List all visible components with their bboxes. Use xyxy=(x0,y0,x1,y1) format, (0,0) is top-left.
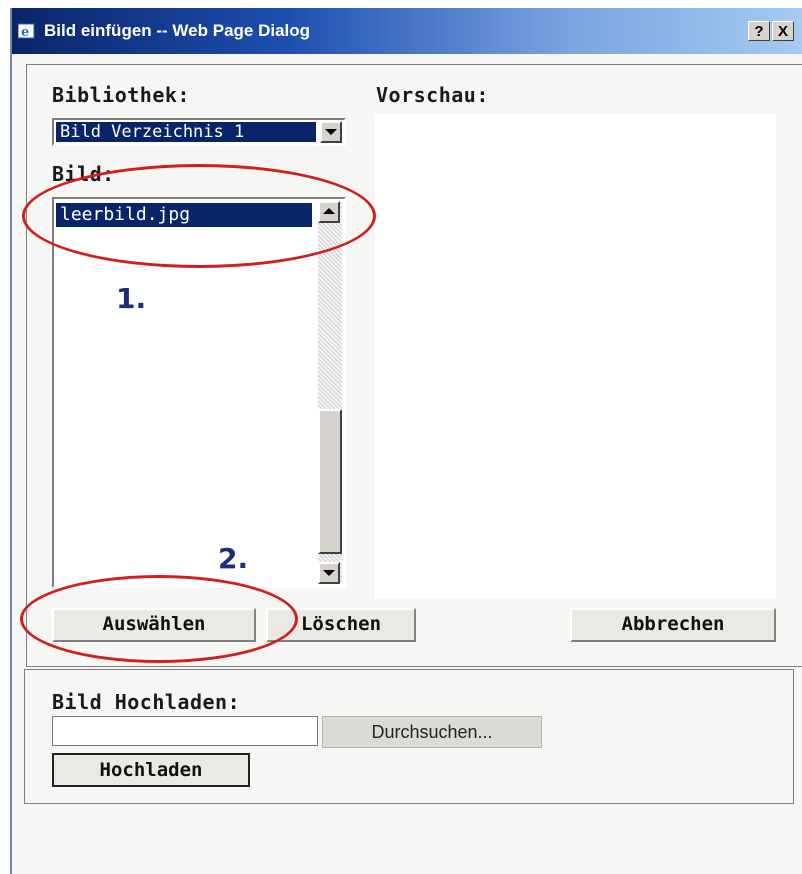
preview-label: Vorschau: xyxy=(376,83,489,107)
highlight-ellipse-list xyxy=(22,164,376,268)
step-2-annotation: 2. xyxy=(218,542,249,575)
file-path-input[interactable] xyxy=(52,716,318,746)
upload-label: Bild Hochladen: xyxy=(52,690,241,714)
scroll-thumb[interactable] xyxy=(318,409,342,554)
chevron-down-icon xyxy=(325,129,337,135)
scroll-down-button[interactable] xyxy=(318,562,340,584)
preview-area xyxy=(375,114,776,599)
window-title: Bild einfügen -- Web Page Dialog xyxy=(44,21,311,40)
library-label: Bibliothek: xyxy=(52,83,190,107)
library-select[interactable]: Bild Verzeichnis 1 xyxy=(52,118,346,146)
title-bar: e Bild einfügen -- Web Page Dialog ? X xyxy=(12,8,802,54)
upload-button[interactable]: Hochladen xyxy=(52,753,250,787)
browse-button[interactable]: Durchsuchen... xyxy=(322,716,542,748)
chevron-down-icon xyxy=(323,570,335,576)
library-dropdown-button[interactable] xyxy=(320,121,342,143)
listbox-scrollbar[interactable] xyxy=(318,201,342,584)
svg-text:e: e xyxy=(21,25,29,40)
help-button[interactable]: ? xyxy=(748,21,770,41)
library-select-value: Bild Verzeichnis 1 xyxy=(55,121,317,143)
cancel-button[interactable]: Abbrechen xyxy=(570,608,776,642)
highlight-ellipse-select xyxy=(20,575,298,663)
step-1-annotation: 1. xyxy=(116,282,147,315)
close-button[interactable]: X xyxy=(772,21,794,41)
ie-icon: e xyxy=(18,23,35,40)
